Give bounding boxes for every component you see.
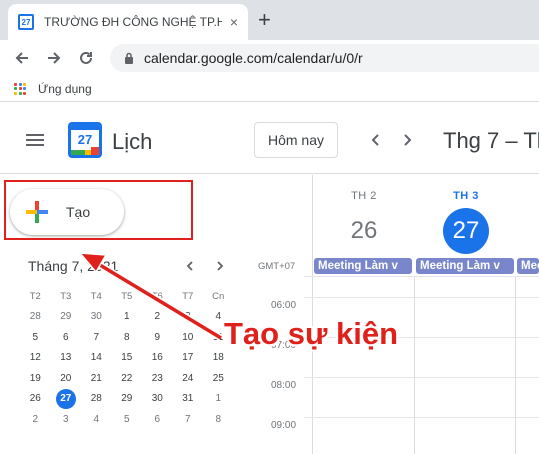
mini-calendar-day[interactable]: 1	[112, 307, 143, 328]
app-name: Lịch	[112, 129, 153, 154]
mini-calendar-day[interactable]: 20	[51, 368, 82, 389]
mini-calendar-day[interactable]: 17	[173, 348, 204, 369]
chevron-right-icon	[404, 134, 412, 146]
forward-button[interactable]	[44, 48, 64, 68]
new-tab-button[interactable]: +	[258, 8, 271, 32]
forward-arrow-icon	[48, 52, 61, 64]
mini-calendar-day[interactable]: 15	[112, 348, 143, 369]
mini-calendar-day[interactable]: 9	[142, 327, 173, 348]
mini-calendar-day[interactable]: 10	[173, 327, 204, 348]
lock-icon	[125, 52, 133, 64]
browser-tab-strip: 27 TRƯỜNG ĐH CÔNG NGHỆ TP.HCM × +	[0, 0, 539, 40]
back-arrow-icon	[15, 52, 28, 64]
mini-calendar-day[interactable]: 24	[173, 368, 204, 389]
mini-calendar-day[interactable]: 8	[112, 327, 143, 348]
mini-calendar-day[interactable]: 16	[142, 348, 173, 369]
reload-button[interactable]	[76, 48, 96, 68]
weekday-header: Cn	[212, 290, 225, 302]
mini-calendar-title: Tháng 7, 2021	[28, 258, 119, 274]
day-number[interactable]: 26	[341, 208, 387, 254]
tab-close-icon[interactable]: ×	[230, 14, 238, 30]
day-header-monday[interactable]: TH 2 26	[313, 190, 415, 254]
weekday-header: T7	[182, 290, 194, 302]
browser-tab[interactable]: 27 TRƯỜNG ĐH CÔNG NGHỆ TP.HCM ×	[8, 4, 248, 40]
time-label: 06:00	[271, 300, 297, 311]
mini-calendar-day[interactable]: 2	[20, 409, 51, 430]
mini-calendar-grid: T2 T3 T4 T5 T6 T7 Cn 28 29 30 1 2 3 4 5 6 7 8 9 10 11 12 13 14 1…	[20, 286, 234, 430]
mini-calendar-day[interactable]: 2	[142, 307, 173, 328]
mini-calendar-day[interactable]: 12	[20, 348, 51, 369]
time-label: 08:00	[271, 380, 297, 391]
weekday-header: T5	[121, 290, 133, 302]
chevron-right-icon	[217, 261, 224, 271]
mini-calendar-day[interactable]: 25	[203, 368, 234, 389]
mini-calendar-day[interactable]: 5	[112, 409, 143, 430]
timezone-label: GMT+07	[258, 261, 296, 272]
back-button[interactable]	[12, 48, 32, 68]
mini-prev-month-button[interactable]	[183, 259, 197, 273]
mini-calendar-day[interactable]: 28	[81, 389, 112, 410]
calendar-logo-icon: 27	[68, 122, 102, 158]
mini-calendar-day[interactable]: 21	[81, 368, 112, 389]
mini-calendar-day[interactable]: 14	[81, 348, 112, 369]
mini-calendar-day[interactable]: 22	[112, 368, 143, 389]
mini-calendar-day[interactable]: 7	[81, 327, 112, 348]
next-week-button[interactable]	[397, 130, 417, 150]
mini-next-month-button[interactable]	[213, 259, 227, 273]
mini-calendar-day[interactable]: 29	[112, 389, 143, 410]
weekday-header: T4	[90, 290, 102, 302]
time-label: 09:00	[271, 420, 297, 431]
previous-week-button[interactable]	[366, 130, 386, 150]
date-range-title: Thg 7 – Th	[443, 128, 539, 153]
mini-calendar-day[interactable]: 13	[51, 348, 82, 369]
mini-calendar-day[interactable]: 8	[203, 409, 234, 430]
day-number-today[interactable]: 27	[443, 208, 489, 254]
calendar-header: 27 Lịch Hôm nay Thg 7 – Th	[0, 102, 539, 174]
mini-calendar-day[interactable]: 23	[142, 368, 173, 389]
url-text: calendar.google.com/calendar/u/0/r	[144, 50, 363, 66]
mini-calendar-day[interactable]: 27	[51, 388, 82, 410]
event-chip[interactable]: Meeting Làm v	[517, 258, 539, 274]
mini-calendar-day[interactable]: 3	[51, 409, 82, 430]
event-chip[interactable]: Meeting Làm v	[314, 258, 412, 274]
mini-calendar-day[interactable]: 6	[51, 327, 82, 348]
today-button[interactable]: Hôm nay	[254, 122, 338, 158]
address-bar[interactable]: calendar.google.com/calendar/u/0/r	[110, 44, 539, 72]
mini-calendar-day[interactable]: 4	[81, 409, 112, 430]
day-of-week-label: TH 3	[453, 190, 479, 202]
weekday-header: T6	[151, 290, 163, 302]
chevron-left-icon	[186, 261, 193, 271]
mini-calendar-day[interactable]: 19	[20, 368, 51, 389]
apps-bookmark-label[interactable]: Ứng dụng	[38, 82, 92, 96]
mini-calendar-day[interactable]: 31	[173, 389, 204, 410]
mini-calendar-day[interactable]: 1	[203, 389, 234, 410]
calendar-favicon-icon: 27	[18, 14, 34, 30]
mini-calendar-day[interactable]: 30	[142, 389, 173, 410]
weekday-header: T3	[60, 290, 72, 302]
apps-grid-icon[interactable]	[14, 82, 26, 95]
mini-calendar-day[interactable]: 6	[142, 409, 173, 430]
create-highlight-box	[4, 180, 193, 240]
mini-calendar-day[interactable]: 5	[20, 327, 51, 348]
chevron-left-icon	[371, 134, 379, 146]
mini-calendar-day[interactable]: 26	[20, 389, 51, 410]
day-header-tuesday[interactable]: TH 3 27	[415, 190, 517, 254]
mini-calendar-day[interactable]: 3	[173, 307, 204, 328]
browser-toolbar: calendar.google.com/calendar/u/0/r	[0, 40, 539, 76]
tab-title: TRƯỜNG ĐH CÔNG NGHỆ TP.HCM	[44, 15, 222, 29]
day-of-week-label: TH 2	[351, 190, 377, 202]
reload-icon	[80, 51, 92, 64]
mini-calendar-day[interactable]: 30	[81, 307, 112, 328]
mini-calendar-day[interactable]: 28	[20, 307, 51, 328]
mini-calendar-day[interactable]: 29	[51, 307, 82, 328]
annotation-text: Tạo sự kiện	[224, 316, 399, 351]
bookmarks-bar: Ứng dụng	[0, 76, 539, 102]
weekday-header: T2	[29, 290, 41, 302]
event-chip[interactable]: Meeting Làm v	[416, 258, 514, 274]
mini-calendar-day[interactable]: 7	[173, 409, 204, 430]
main-menu-icon[interactable]	[26, 134, 44, 146]
